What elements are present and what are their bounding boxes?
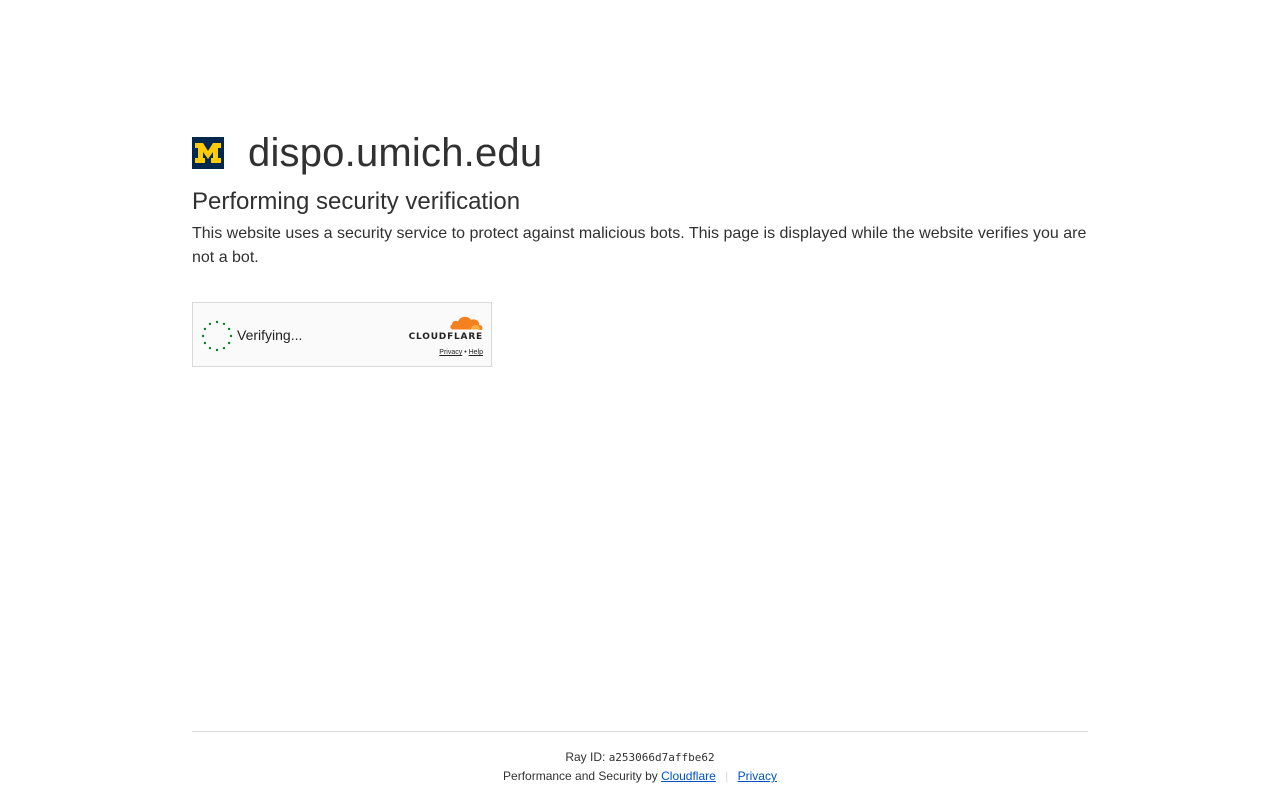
turnstile-widget[interactable]: Verifying... CLOUDFLARE Privacy • Help bbox=[192, 302, 492, 367]
ray-id-label: Ray ID: bbox=[565, 750, 606, 764]
ray-id-line: Ray ID: a253066d7affbe62 bbox=[192, 750, 1088, 765]
widget-links-separator: • bbox=[464, 349, 467, 356]
ray-id-value: a253066d7affbe62 bbox=[608, 751, 715, 764]
loading-spinner-icon bbox=[201, 320, 233, 352]
performance-text: Performance and Security by bbox=[503, 769, 658, 783]
page-description: This website uses a security service to … bbox=[192, 225, 1087, 266]
footer-privacy-link[interactable]: Privacy bbox=[738, 769, 777, 783]
performance-line: Performance and Security by Cloudflare |… bbox=[192, 769, 1088, 783]
site-name: dispo.umich.edu bbox=[248, 131, 543, 175]
site-header: dispo.umich.edu bbox=[192, 128, 1088, 178]
challenge-page: dispo.umich.edu Performing security veri… bbox=[0, 0, 1280, 800]
widget-links: Privacy • Help bbox=[403, 348, 483, 357]
umich-logo-icon bbox=[192, 137, 224, 169]
footer-separator: | bbox=[725, 769, 729, 783]
cloudflare-link[interactable]: Cloudflare bbox=[661, 769, 716, 783]
widget-privacy-link[interactable]: Privacy bbox=[439, 349, 462, 356]
cloudflare-cloud-icon bbox=[450, 316, 483, 331]
cloudflare-wordmark: CLOUDFLARE bbox=[408, 332, 483, 342]
footer: Ray ID: a253066d7affbe62 Performance and… bbox=[192, 731, 1088, 783]
verifying-status: Verifying... bbox=[237, 327, 303, 343]
cloudflare-branding: CLOUDFLARE Privacy • Help bbox=[403, 313, 483, 357]
page-heading: Performing security verification bbox=[192, 188, 521, 215]
widget-help-link[interactable]: Help bbox=[469, 349, 483, 356]
main-content: dispo.umich.edu Performing security veri… bbox=[192, 128, 1088, 367]
